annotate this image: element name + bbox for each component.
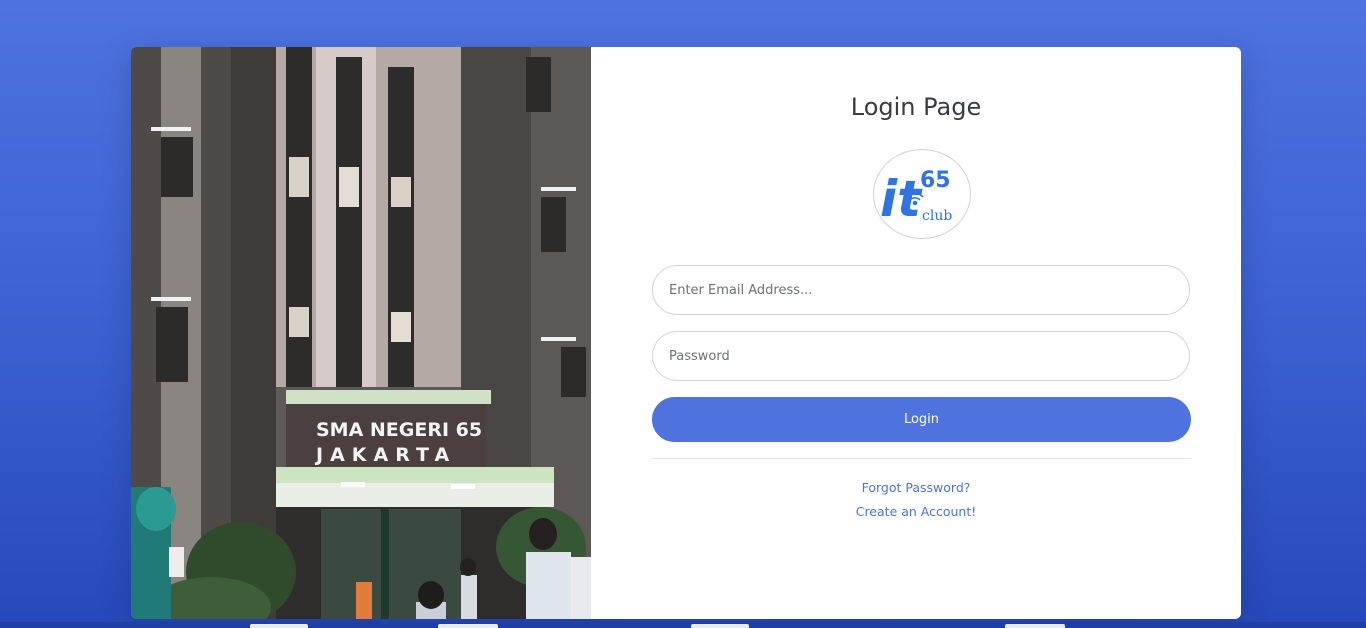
- logo-it-text: it: [880, 170, 923, 228]
- page-title: Login Page: [850, 93, 982, 121]
- email-field[interactable]: [652, 265, 1190, 315]
- it65-club-logo: it 65 club: [873, 149, 971, 239]
- login-form-panel: Login Page it 65 club Login Forgot Passw…: [591, 47, 1241, 619]
- school-building-photo: SMA NEGERI 65 JAKARTA: [131, 47, 591, 619]
- taskbar-item[interactable]: [1005, 624, 1065, 628]
- login-button[interactable]: Login: [652, 397, 1191, 442]
- svg-text:JAKARTA: JAKARTA: [314, 444, 456, 466]
- logo-club-text: club: [922, 208, 952, 224]
- taskbar-item[interactable]: [438, 624, 498, 628]
- taskbar-item[interactable]: [250, 624, 308, 628]
- logo-number-text: 65: [920, 168, 951, 193]
- divider: [652, 458, 1191, 459]
- login-card: SMA NEGERI 65 JAKARTA Login Page it 65 c…: [131, 47, 1241, 619]
- svg-text:SMA NEGERI 65: SMA NEGERI 65: [316, 419, 482, 441]
- taskbar-item[interactable]: [691, 624, 749, 628]
- taskbar-strip: [0, 622, 1366, 628]
- forgot-password-link[interactable]: Forgot Password?: [591, 480, 1241, 495]
- password-field[interactable]: [652, 331, 1190, 381]
- create-account-link[interactable]: Create an Account!: [591, 504, 1241, 519]
